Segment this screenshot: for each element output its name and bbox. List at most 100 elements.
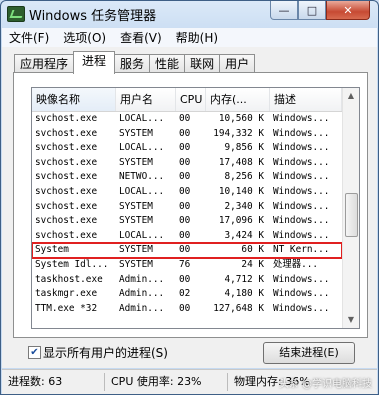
- column-cpu[interactable]: CPU: [176, 88, 206, 111]
- image-name-cell: svchost.exe: [35, 185, 98, 197]
- description-cell: NT Kern...: [273, 244, 330, 256]
- cpu-cell: 00: [179, 244, 191, 256]
- table-row[interactable]: svchost.exe LOCAL... 00 9,856 K Windows...: [32, 141, 342, 156]
- close-button[interactable]: ✕: [326, 1, 370, 20]
- memory-cell: 9,856 K: [224, 142, 264, 154]
- description-cell: Windows...: [273, 273, 330, 285]
- user-name-cell: LOCAL...: [119, 142, 165, 154]
- menu-help[interactable]: 帮助(H): [169, 29, 225, 46]
- description-cell: Windows...: [273, 215, 330, 227]
- table-row[interactable]: svchost.exe SYSTEM 00 194,332 K Windows...: [32, 127, 342, 142]
- column-image-name[interactable]: 映像名称: [32, 88, 116, 111]
- tab-performance[interactable]: 性能: [149, 54, 186, 74]
- cpu-cell: 00: [179, 127, 191, 139]
- image-name-cell: svchost.exe: [35, 200, 98, 212]
- user-name-cell: LOCAL...: [119, 185, 165, 197]
- process-list[interactable]: 映像名称 用户名 CPU 内存(... 描述 svchost.exe LOCAL.…: [31, 87, 360, 329]
- table-row[interactable]: svchost.exe LOCAL... 00 10,560 K Windows...: [32, 112, 342, 127]
- menu-file[interactable]: 文件(F): [2, 29, 56, 46]
- menu-view[interactable]: 查看(V): [113, 29, 169, 46]
- user-name-cell: LOCAL...: [119, 229, 165, 241]
- show-all-users-checkbox[interactable]: ✔: [28, 346, 41, 359]
- memory-cell: 10,140 K: [218, 185, 264, 197]
- table-row[interactable]: svchost.exe SYSTEM 00 17,096 K Windows...: [32, 214, 342, 229]
- tab-applications[interactable]: 应用程序: [14, 54, 75, 74]
- scroll-thumb[interactable]: [345, 193, 358, 237]
- image-name-cell: System Idl...: [35, 258, 109, 270]
- image-name-cell: svchost.exe: [35, 215, 98, 227]
- bottom-controls: ✔ 显示所有用户的进程(S) 结束进程(E): [2, 341, 377, 365]
- description-cell: Windows...: [273, 229, 330, 241]
- tab-services[interactable]: 服务: [114, 54, 151, 74]
- memory-cell: 17,408 K: [218, 156, 264, 168]
- memory-cell: 194,332 K: [213, 127, 264, 139]
- status-process-count: 进程数: 63: [2, 373, 105, 391]
- table-row-selected[interactable]: System SYSTEM 00 60 K NT Kern...: [32, 242, 343, 259]
- cpu-cell: 00: [179, 200, 191, 212]
- table-row[interactable]: TTM.exe *32 Admin... 00 127,648 K Windows...: [32, 302, 342, 317]
- column-memory[interactable]: 内存(...: [206, 88, 270, 111]
- column-description[interactable]: 描述: [270, 88, 342, 111]
- memory-cell: 17,096 K: [218, 215, 264, 227]
- table-row[interactable]: svchost.exe NETWO... 00 8,256 K Windows...: [32, 170, 342, 185]
- cpu-cell: 00: [179, 302, 191, 314]
- image-name-cell: taskmgr.exe: [35, 288, 98, 300]
- image-name-cell: TTM.exe *32: [35, 302, 98, 314]
- maximize-button[interactable]: □: [298, 1, 326, 20]
- cpu-cell: 76: [179, 258, 191, 270]
- memory-cell: 127,648 K: [213, 302, 264, 314]
- column-header: 映像名称 用户名 CPU 内存(... 描述: [32, 88, 342, 112]
- memory-cell: 2,340 K: [224, 200, 264, 212]
- table-row[interactable]: svchost.exe SYSTEM 00 2,340 K Windows...: [32, 200, 342, 215]
- client-area: 应用程序 进程 服务 性能 联网 用户 映像名称 用户名 CPU 内存(... …: [2, 47, 377, 368]
- user-name-cell: Admin...: [119, 288, 165, 300]
- table-row[interactable]: taskhost.exe Admin... 00 4,712 K Windows...: [32, 273, 342, 288]
- tab-users[interactable]: 用户: [219, 54, 256, 74]
- memory-cell: 4,712 K: [224, 273, 264, 285]
- image-name-cell: svchost.exe: [35, 229, 98, 241]
- table-row[interactable]: svchost.exe LOCAL... 00 10,140 K Windows...: [32, 185, 342, 200]
- menu-options[interactable]: 选项(O): [56, 29, 113, 46]
- column-user-name[interactable]: 用户名: [116, 88, 176, 111]
- description-cell: Windows...: [273, 200, 330, 212]
- description-cell: Windows...: [273, 288, 330, 300]
- image-name-cell: svchost.exe: [35, 142, 98, 154]
- table-row[interactable]: System Idl... SYSTEM 76 24 K 处理器...: [32, 258, 342, 273]
- minimize-button[interactable]: —: [270, 1, 298, 20]
- cpu-cell: 00: [179, 142, 191, 154]
- user-name-cell: SYSTEM: [119, 258, 153, 270]
- user-name-cell: SYSTEM: [119, 156, 153, 168]
- table-row[interactable]: svchost.exe SYSTEM 00 17,408 K Windows...: [32, 156, 342, 171]
- user-name-cell: LOCAL...: [119, 113, 165, 124]
- cpu-cell: 00: [179, 113, 191, 124]
- tab-processes[interactable]: 进程: [73, 51, 116, 74]
- scroll-down-arrow-icon[interactable]: ▼: [343, 312, 359, 328]
- image-name-cell: System: [35, 244, 69, 256]
- cpu-cell: 02: [179, 288, 191, 300]
- memory-cell: 3,424 K: [224, 229, 264, 241]
- end-process-button[interactable]: 结束进程(E): [263, 342, 355, 364]
- user-name-cell: SYSTEM: [119, 127, 153, 139]
- task-manager-window: Windows 任务管理器 — □ ✕ 文件(F) 选项(O) 查看(V) 帮助…: [0, 0, 379, 395]
- user-name-cell: NETWO...: [119, 171, 165, 183]
- user-name-cell: Admin...: [119, 273, 165, 285]
- watermark: 头条 @学识电脑科技: [278, 379, 372, 390]
- cpu-cell: 00: [179, 185, 191, 197]
- memory-cell: 4,180 K: [224, 288, 264, 300]
- title-bar[interactable]: Windows 任务管理器 — □ ✕: [1, 1, 378, 27]
- cpu-cell: 00: [179, 273, 191, 285]
- table-row[interactable]: taskmgr.exe Admin... 02 4,180 K Windows...: [32, 287, 342, 302]
- user-name-cell: SYSTEM: [119, 244, 153, 256]
- cpu-cell: 00: [179, 229, 191, 241]
- tab-networking[interactable]: 联网: [184, 54, 221, 74]
- show-all-users-label[interactable]: 显示所有用户的进程(S): [43, 344, 168, 361]
- memory-cell: 8,256 K: [224, 171, 264, 183]
- vertical-scrollbar[interactable]: ▲ ▼: [342, 88, 359, 328]
- description-cell: Windows...: [273, 127, 330, 139]
- description-cell: Windows...: [273, 156, 330, 168]
- table-row[interactable]: svchost.exe LOCAL... 00 3,424 K Windows...: [32, 229, 342, 244]
- description-cell: Windows...: [273, 185, 330, 197]
- image-name-cell: svchost.exe: [35, 113, 98, 124]
- scroll-up-arrow-icon[interactable]: ▲: [343, 88, 359, 104]
- user-name-cell: SYSTEM: [119, 215, 153, 227]
